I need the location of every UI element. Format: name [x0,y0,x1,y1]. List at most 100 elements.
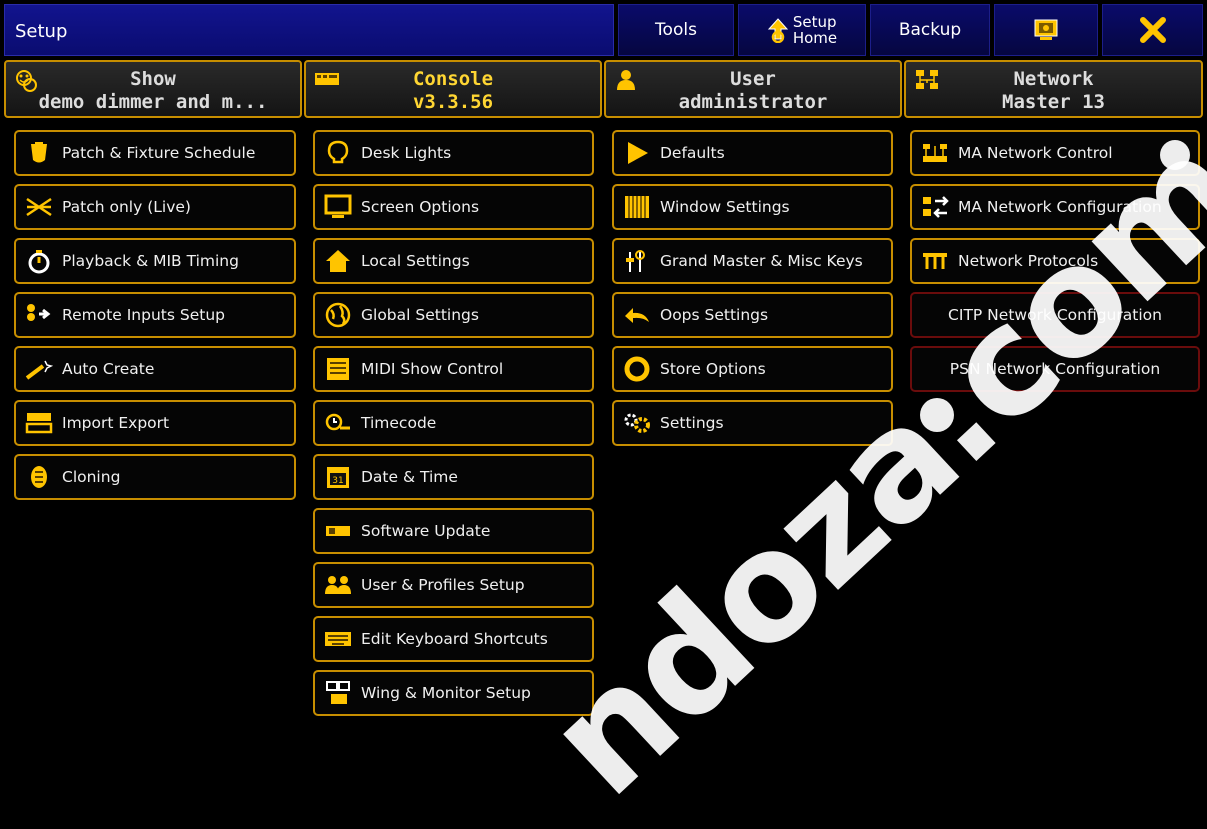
gears-icon [622,408,652,438]
backup-button-label: Backup [898,20,962,40]
desk-lights-button[interactable]: Desk Lights [313,130,594,176]
watermark-dot [920,398,954,432]
patch-fixture-schedule-button[interactable]: Patch & Fixture Schedule [14,130,296,176]
item-label: Cloning [62,468,121,486]
item-label: CITP Network Configuration [948,306,1162,324]
item-label: Import Export [62,414,170,432]
item-label: PSN Network Configuration [949,360,1161,378]
citp-network-configuration-button[interactable]: CITP Network Configuration [910,292,1200,338]
globe-icon [323,300,353,330]
item-label: Store Options [660,360,766,378]
network-header-title: Network [1013,68,1094,90]
console-icon [315,73,339,85]
item-label: Timecode [361,414,437,432]
window-bars-icon [622,192,652,222]
auto-create-button[interactable]: Auto Create [14,346,296,392]
console-header[interactable]: Console v3.3.56 [304,60,602,118]
network-header[interactable]: Network Master 13 [904,60,1203,118]
network-header-status: Master 13 [1002,91,1105,113]
edit-keyboard-shortcuts-button[interactable]: Edit Keyboard Shortcuts [313,616,594,662]
global-settings-button[interactable]: Global Settings [313,292,594,338]
midi-show-control-button[interactable]: MIDI Show Control [313,346,594,392]
item-label: MA Network Configuration [958,198,1162,216]
item-label: Local Settings [361,252,470,270]
import-export-button[interactable]: Import Export [14,400,296,446]
psn-network-configuration-button[interactable]: PSN Network Configuration [910,346,1200,392]
network-control-icon [920,138,950,168]
play-icon [622,138,652,168]
ma-network-configuration-button[interactable]: MA Network Configuration [910,184,1200,230]
item-label: MIDI Show Control [361,360,504,378]
window-title: Setup [15,21,68,42]
item-label: Edit Keyboard Shortcuts [361,630,548,648]
calendar-icon: 31 [323,462,353,492]
item-label: Window Settings [660,198,790,216]
network-config-icon [920,192,950,222]
item-label: Screen Options [361,198,480,216]
local-settings-button[interactable]: Local Settings [313,238,594,284]
store-options-button[interactable]: Store Options [612,346,893,392]
user-icon [617,70,635,90]
wing-monitor-icon [323,678,353,708]
network-icon [916,70,938,89]
item-label: Auto Create [62,360,155,378]
oops-settings-button[interactable]: Oops Settings [612,292,893,338]
setup-home-label: Setup Home [793,14,837,46]
item-label: Patch & Fixture Schedule [62,144,256,162]
setup-home-label-line2: Home [792,29,838,47]
patch-only-live-button[interactable]: Patch only (Live) [14,184,296,230]
ma-network-control-button[interactable]: MA Network Control [910,130,1200,176]
console-header-version: v3.3.56 [412,91,494,113]
item-label: Grand Master & Misc Keys [660,252,863,270]
user-profiles-setup-button[interactable]: User & Profiles Setup [313,562,594,608]
monitor-icon [323,192,353,222]
wing-monitor-setup-button[interactable]: Wing & Monitor Setup [313,670,594,716]
watermark-dot [1160,140,1190,170]
show-header[interactable]: Show demo dimmer and m... [4,60,302,118]
cloning-button[interactable]: Cloning [14,454,296,500]
import-export-icon [24,408,54,438]
tools-button[interactable]: Tools [618,4,734,56]
item-label: Wing & Monitor Setup [361,684,531,702]
screen-options-button[interactable]: Screen Options [313,184,594,230]
item-label: Defaults [660,144,725,162]
console-header-title: Console [412,68,494,90]
date-time-button[interactable]: 31 Date & Time [313,454,594,500]
backup-button[interactable]: Backup [870,4,990,56]
tools-button-label: Tools [655,20,697,40]
item-label: Software Update [361,522,491,540]
playback-mib-timing-button[interactable]: Playback & MIB Timing [14,238,296,284]
network-protocols-button[interactable]: Network Protocols [910,238,1200,284]
software-update-button[interactable]: Software Update [313,508,594,554]
settings-button[interactable]: Settings [612,400,893,446]
keyboard-icon [323,624,353,654]
setup-home-button[interactable]: Setup Home [738,4,866,56]
grand-master-icon [622,246,652,276]
cloning-icon [24,462,54,492]
defaults-button[interactable]: Defaults [612,130,893,176]
timecode-button[interactable]: Timecode [313,400,594,446]
protocols-icon [920,246,950,276]
timecode-icon [323,408,353,438]
close-button[interactable] [1102,4,1203,56]
item-label: Patch only (Live) [62,198,191,216]
grand-master-misc-keys-button[interactable]: Grand Master & Misc Keys [612,238,893,284]
user-header[interactable]: User administrator [604,60,902,118]
monitor-icon [1034,19,1058,40]
item-label: MA Network Control [958,144,1113,162]
screenshot-button[interactable] [994,4,1098,56]
show-header-name: demo dimmer and m... [38,91,268,113]
window-settings-button[interactable]: Window Settings [612,184,893,230]
window-title-area: Setup [4,4,614,56]
setup-home-label-line1: Setup [792,13,837,31]
usb-stick-icon [323,516,353,546]
item-label: User & Profiles Setup [361,576,525,594]
midi-icon [323,354,353,384]
patch-cables-icon [24,192,54,222]
title-bar: Setup Tools Setup Home Backup [0,0,1207,60]
stopwatch-icon [24,246,54,276]
user-header-title: User [730,68,776,90]
remote-inputs-setup-button[interactable]: Remote Inputs Setup [14,292,296,338]
item-label: Desk Lights [361,144,452,162]
home-arrow-icon [767,18,788,43]
